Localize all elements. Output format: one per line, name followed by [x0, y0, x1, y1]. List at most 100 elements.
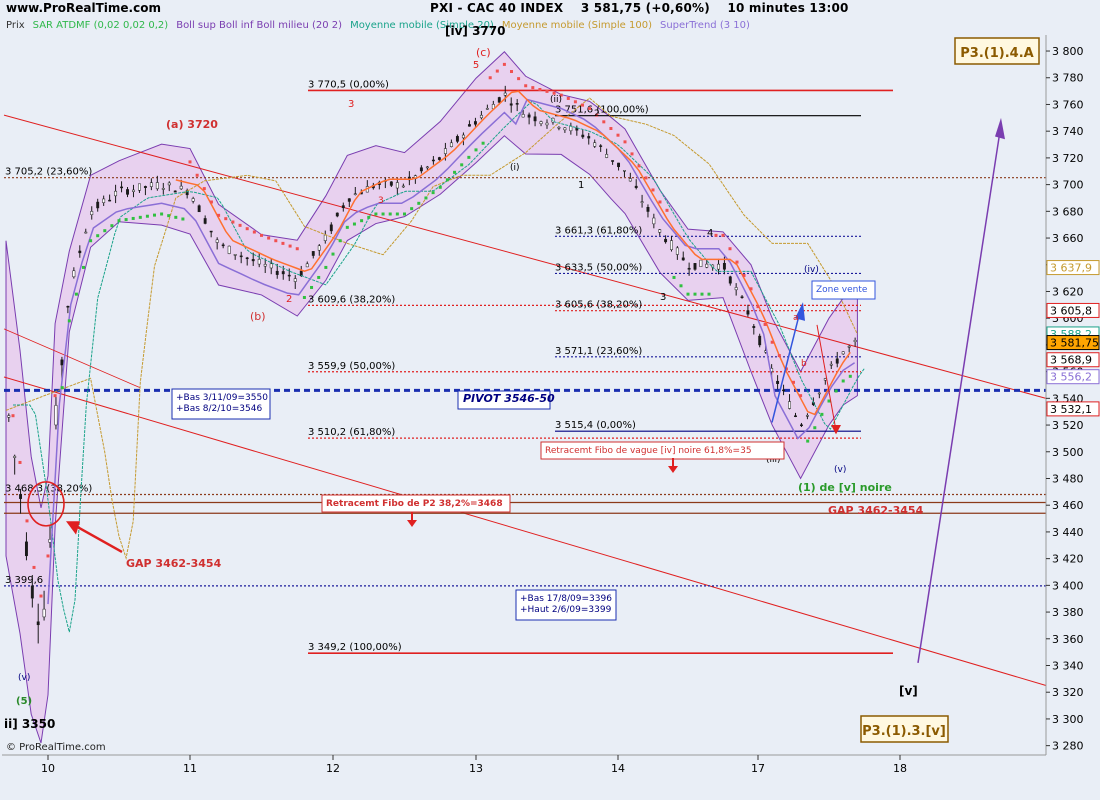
candle-body — [788, 401, 791, 409]
candle-body — [497, 97, 501, 103]
candle-body — [197, 205, 201, 213]
sar-dot — [267, 236, 271, 240]
price-chart[interactable]: 3 770,5 (0,00%)3 751,6 (100,00%)3 705,2 … — [0, 0, 1100, 800]
sar-dot — [145, 214, 149, 218]
sar-dot — [89, 239, 93, 243]
chart-window: www.ProRealTime.com PXI - CAC 40 INDEX 3… — [0, 0, 1100, 800]
candle-body — [681, 257, 685, 261]
candle-body — [817, 392, 821, 395]
candle-body — [557, 126, 561, 129]
sar-dot — [302, 295, 306, 299]
sar-dot — [651, 188, 655, 192]
sar-dot — [209, 200, 213, 204]
candle-body — [782, 389, 786, 392]
wave-2a-label: 2 — [286, 294, 292, 305]
candle-body — [227, 245, 231, 254]
candle-body — [341, 205, 345, 209]
sar-dot — [609, 127, 613, 131]
x-tick-label: 11 — [183, 762, 197, 775]
candle-body — [853, 340, 857, 342]
sar-dot — [763, 322, 767, 326]
sar-dot — [167, 214, 171, 218]
candle-body — [239, 255, 243, 258]
wave-a-small-label: a — [793, 313, 799, 323]
candle-body — [758, 335, 762, 346]
wave-3b-label: 3 — [378, 196, 384, 206]
wave-1-label: 1 — [578, 180, 584, 191]
sar-dot — [474, 148, 478, 152]
sar-dot — [110, 224, 114, 228]
sar-dot — [431, 191, 435, 195]
sar-dot — [403, 212, 406, 216]
candle-body — [323, 234, 327, 241]
candle-body — [401, 185, 405, 188]
candle-body — [722, 262, 726, 270]
wave-b-label: (b) — [250, 310, 266, 323]
price-tag-label: 3 581,75 — [1050, 337, 1099, 350]
y-tick-label: 3 660 — [1052, 232, 1084, 245]
sar-dot — [153, 213, 156, 217]
candle-body — [209, 230, 213, 233]
wave-ii-3350-label: ii] 3350 — [4, 717, 55, 731]
level-label: 3 609,6 (38,20%) — [308, 294, 395, 305]
candle-body — [419, 167, 423, 172]
sar-dot — [260, 233, 263, 237]
sar-dot — [202, 187, 206, 191]
sar-dot — [538, 88, 542, 92]
candle-body — [24, 541, 28, 557]
sar-dot — [630, 152, 634, 156]
sar-dot — [245, 227, 249, 231]
candle-body — [114, 190, 118, 197]
sar-dot — [345, 225, 349, 229]
sar-dot — [138, 215, 142, 219]
sar-dot — [252, 230, 256, 234]
candle-body — [728, 276, 732, 284]
x-tick-label: 14 — [611, 762, 625, 775]
candle-body — [72, 270, 76, 278]
wave-v-left-label: (v) — [18, 673, 30, 683]
candle-body — [84, 231, 88, 234]
candle-body — [287, 274, 291, 277]
y-tick-label: 3 680 — [1052, 205, 1084, 218]
sar-dot — [728, 247, 732, 251]
sar-dot — [388, 212, 392, 216]
candle-body — [215, 239, 219, 243]
price-tag-label: 3 532,1 — [1050, 403, 1092, 416]
sar-dot — [841, 379, 845, 383]
sar-dot — [602, 120, 606, 124]
candle-body — [120, 186, 124, 189]
sar-dot — [644, 176, 648, 180]
sar-dot — [39, 594, 43, 598]
candle-body — [622, 170, 626, 172]
sar-dot — [96, 234, 100, 238]
candle-body — [533, 116, 537, 122]
x-tick-label: 17 — [751, 762, 765, 775]
candle-body — [66, 305, 70, 308]
price-tag-label: 3 605,8 — [1050, 304, 1092, 317]
wave-c-label: (c) — [476, 46, 491, 59]
candle-body — [752, 326, 756, 328]
x-tick-label: 18 — [893, 762, 907, 775]
y-tick-label: 3 700 — [1052, 179, 1084, 192]
candle-body — [126, 189, 129, 195]
sar-dot — [417, 201, 421, 205]
sar-dot — [360, 219, 364, 223]
candle-body — [563, 127, 567, 131]
candle-body — [275, 270, 279, 275]
sar-dot — [623, 140, 627, 144]
candle-body — [527, 114, 531, 118]
y-tick-label: 3 320 — [1052, 686, 1084, 699]
candle-body — [269, 263, 273, 269]
y-tick-label: 3 460 — [1052, 499, 1084, 512]
sar-dot — [707, 292, 711, 296]
wave-v-small-label: (v) — [834, 465, 846, 475]
sar-dot — [424, 196, 428, 200]
level-label: 3 349,2 (100,00%) — [308, 642, 402, 653]
candle-body — [389, 181, 393, 186]
price-tag-label: 3 637,9 — [1050, 262, 1092, 275]
level-label: 3 515,4 (0,00%) — [555, 420, 636, 431]
candle-body — [7, 415, 11, 418]
sar-dot — [217, 213, 221, 217]
candle-body — [108, 199, 112, 202]
candle-body — [449, 142, 453, 147]
